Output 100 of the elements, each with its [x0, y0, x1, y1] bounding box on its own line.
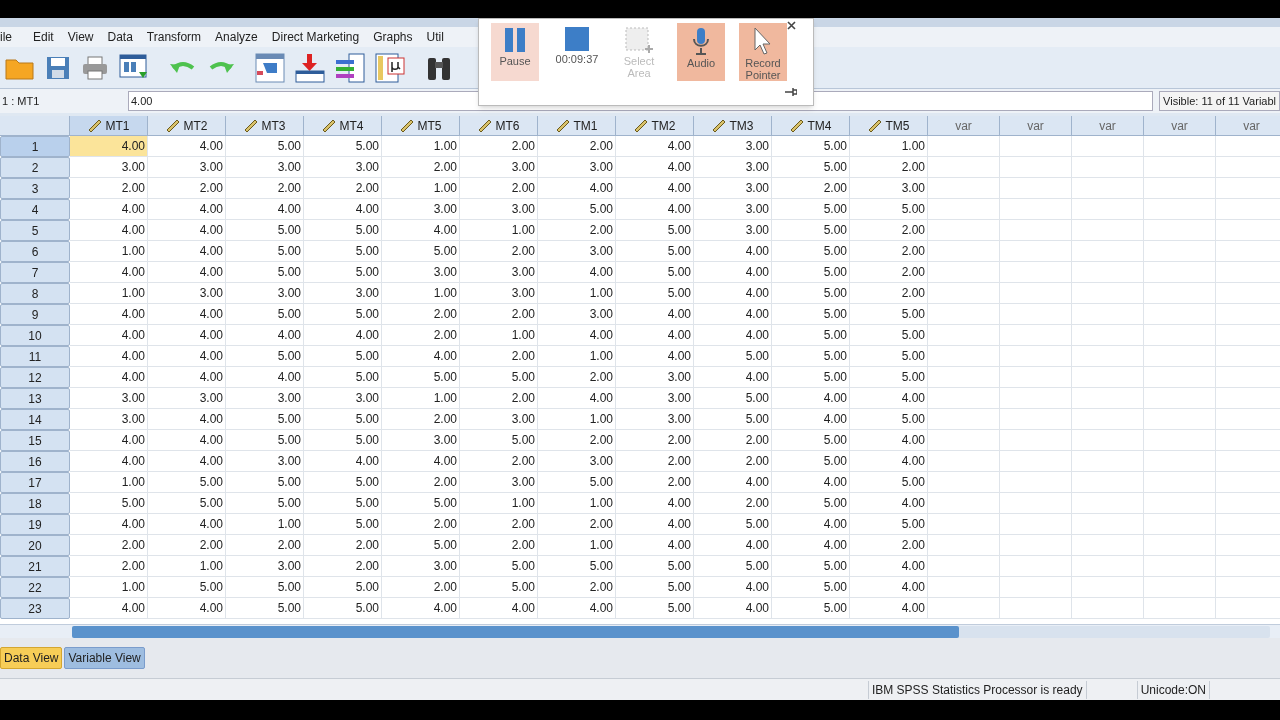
table-cell[interactable]: [1000, 493, 1072, 514]
table-cell[interactable]: 2.00: [538, 136, 616, 157]
table-cell[interactable]: [1072, 304, 1144, 325]
table-cell[interactable]: 4.00: [70, 325, 148, 346]
table-cell[interactable]: [1072, 346, 1144, 367]
table-cell[interactable]: 5.00: [304, 493, 382, 514]
table-cell[interactable]: 2.00: [694, 493, 772, 514]
table-cell[interactable]: 5.00: [772, 577, 850, 598]
table-cell[interactable]: 2.00: [148, 178, 226, 199]
table-cell[interactable]: [1144, 346, 1216, 367]
table-cell[interactable]: 3.00: [382, 556, 460, 577]
table-cell[interactable]: 4.00: [616, 346, 694, 367]
table-cell[interactable]: 1.00: [70, 577, 148, 598]
table-cell[interactable]: 5.00: [772, 325, 850, 346]
table-cell[interactable]: 5.00: [70, 493, 148, 514]
table-cell[interactable]: [1144, 577, 1216, 598]
table-cell[interactable]: [928, 598, 1000, 619]
table-cell[interactable]: 2.00: [460, 304, 538, 325]
table-cell[interactable]: 5.00: [850, 325, 928, 346]
column-header[interactable]: TM1: [538, 116, 616, 136]
table-cell[interactable]: 3.00: [538, 241, 616, 262]
row-header[interactable]: 22: [0, 577, 70, 598]
table-cell[interactable]: [1072, 409, 1144, 430]
table-cell[interactable]: 2.00: [460, 136, 538, 157]
table-cell[interactable]: [1000, 577, 1072, 598]
column-header[interactable]: MT5: [382, 116, 460, 136]
table-cell[interactable]: 4.00: [694, 325, 772, 346]
table-cell[interactable]: [1072, 430, 1144, 451]
column-header[interactable]: MT1: [70, 116, 148, 136]
table-cell[interactable]: 3.00: [70, 409, 148, 430]
table-cell[interactable]: 3.00: [538, 451, 616, 472]
table-cell[interactable]: [1072, 493, 1144, 514]
table-cell[interactable]: 5.00: [694, 514, 772, 535]
table-cell[interactable]: 5.00: [616, 262, 694, 283]
table-cell[interactable]: 4.00: [70, 451, 148, 472]
table-cell[interactable]: 2.00: [694, 451, 772, 472]
table-cell[interactable]: [1000, 409, 1072, 430]
row-header[interactable]: 9: [0, 304, 70, 325]
table-cell[interactable]: [1144, 430, 1216, 451]
table-cell[interactable]: 4.00: [148, 514, 226, 535]
column-header[interactable]: MT4: [304, 116, 382, 136]
table-cell[interactable]: 3.00: [460, 262, 538, 283]
table-cell[interactable]: 2.00: [616, 430, 694, 451]
row-header[interactable]: 8: [0, 283, 70, 304]
table-cell[interactable]: [928, 409, 1000, 430]
table-cell[interactable]: [1000, 367, 1072, 388]
table-cell[interactable]: [1000, 430, 1072, 451]
table-cell[interactable]: 3.00: [460, 199, 538, 220]
table-cell[interactable]: 4.00: [772, 388, 850, 409]
table-cell[interactable]: 2.00: [772, 178, 850, 199]
table-cell[interactable]: [1000, 325, 1072, 346]
table-cell[interactable]: 1.00: [70, 241, 148, 262]
table-cell[interactable]: [1072, 178, 1144, 199]
table-cell[interactable]: 4.00: [148, 241, 226, 262]
table-cell[interactable]: 5.00: [772, 451, 850, 472]
table-cell[interactable]: 5.00: [616, 598, 694, 619]
column-header[interactable]: TM2: [616, 116, 694, 136]
table-cell[interactable]: 5.00: [772, 283, 850, 304]
table-cell[interactable]: 4.00: [70, 262, 148, 283]
table-cell[interactable]: 4.00: [616, 514, 694, 535]
table-cell[interactable]: 4.00: [148, 304, 226, 325]
row-header[interactable]: 23: [0, 598, 70, 619]
table-cell[interactable]: 5.00: [772, 157, 850, 178]
table-cell[interactable]: 4.00: [772, 409, 850, 430]
table-cell[interactable]: 3.00: [148, 388, 226, 409]
table-cell[interactable]: 2.00: [304, 178, 382, 199]
table-cell[interactable]: 5.00: [148, 493, 226, 514]
table-cell[interactable]: 5.00: [226, 430, 304, 451]
table-cell[interactable]: 5.00: [226, 241, 304, 262]
row-header[interactable]: 20: [0, 535, 70, 556]
table-cell[interactable]: 4.00: [772, 535, 850, 556]
table-cell[interactable]: 4.00: [382, 451, 460, 472]
table-cell[interactable]: 4.00: [70, 199, 148, 220]
table-cell[interactable]: 2.00: [382, 472, 460, 493]
table-cell[interactable]: 4.00: [616, 493, 694, 514]
table-cell[interactable]: 4.00: [694, 535, 772, 556]
table-cell[interactable]: 2.00: [538, 514, 616, 535]
table-cell[interactable]: 4.00: [616, 178, 694, 199]
table-cell[interactable]: [928, 430, 1000, 451]
table-cell[interactable]: 4.00: [616, 325, 694, 346]
table-cell[interactable]: [928, 325, 1000, 346]
table-cell[interactable]: 4.00: [148, 199, 226, 220]
menu-item[interactable]: ile: [0, 28, 26, 46]
table-cell[interactable]: [1072, 472, 1144, 493]
table-cell[interactable]: 3.00: [694, 178, 772, 199]
table-cell[interactable]: 5.00: [304, 367, 382, 388]
table-cell[interactable]: 1.00: [382, 283, 460, 304]
table-cell[interactable]: 3.00: [538, 157, 616, 178]
table-cell[interactable]: 4.00: [148, 598, 226, 619]
table-cell[interactable]: [1072, 283, 1144, 304]
table-cell[interactable]: [1072, 199, 1144, 220]
table-cell[interactable]: 3.00: [616, 388, 694, 409]
table-cell[interactable]: [1000, 136, 1072, 157]
table-cell[interactable]: [928, 346, 1000, 367]
table-cell[interactable]: 2.00: [460, 535, 538, 556]
table-cell[interactable]: 2.00: [460, 178, 538, 199]
table-cell[interactable]: 5.00: [460, 577, 538, 598]
table-cell[interactable]: 4.00: [694, 304, 772, 325]
table-cell[interactable]: 5.00: [226, 304, 304, 325]
table-cell[interactable]: 5.00: [850, 367, 928, 388]
